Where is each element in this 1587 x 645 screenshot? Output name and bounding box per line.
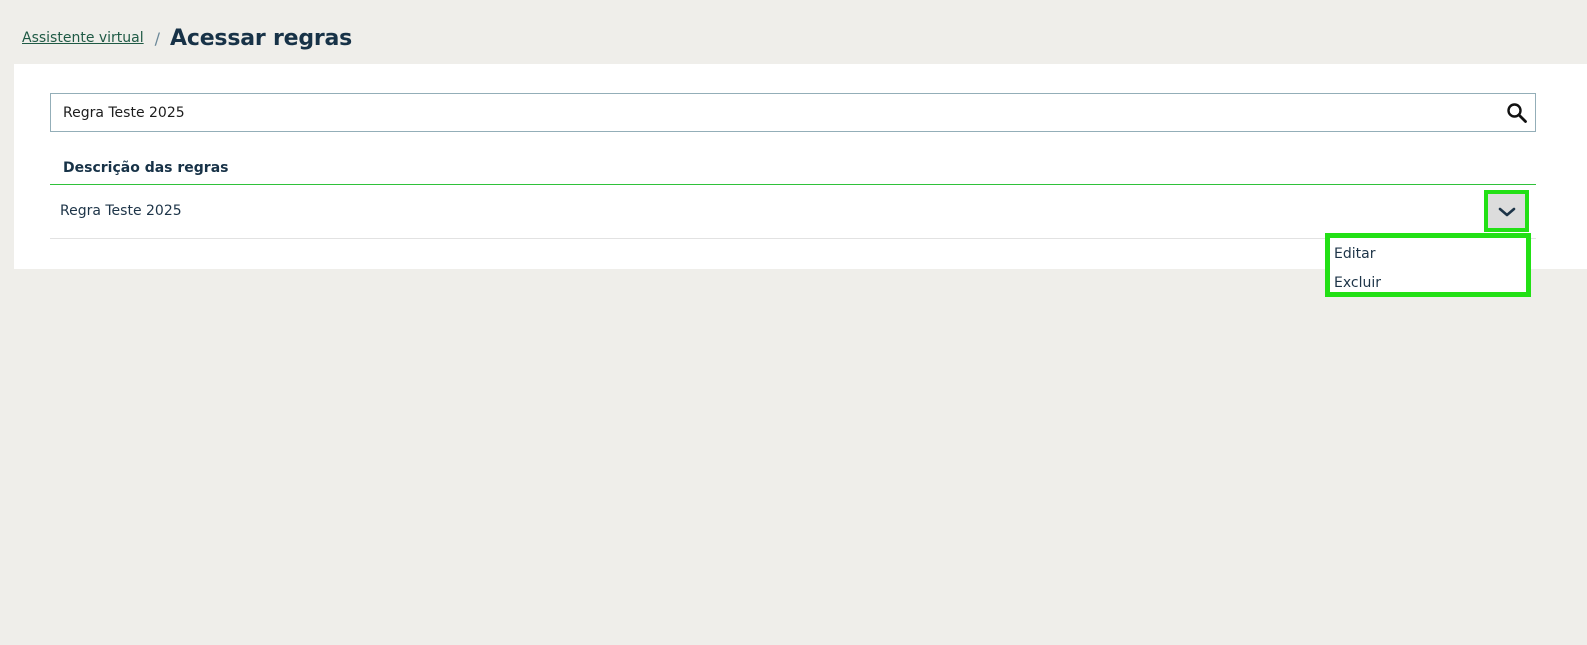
table-row: Regra Teste 2025	[50, 186, 1536, 239]
page-title: Acessar regras	[170, 25, 353, 51]
table-header: Descrição das regras	[50, 152, 1536, 185]
menu-item-excluir[interactable]: Excluir	[1334, 275, 1381, 291]
column-header-descricao: Descrição das regras	[63, 160, 229, 176]
chevron-down-icon	[1498, 207, 1516, 217]
menu-item-editar[interactable]: Editar	[1334, 246, 1375, 262]
search-icon[interactable]	[1505, 101, 1529, 125]
row-actions-toggle-button[interactable]	[1484, 190, 1529, 232]
breadcrumb-separator: /	[154, 28, 161, 48]
breadcrumb: Assistente virtual / Acessar regras	[22, 20, 352, 56]
rule-name: Regra Teste 2025	[60, 203, 182, 219]
breadcrumb-link-assistente-virtual[interactable]: Assistente virtual	[22, 30, 144, 46]
search-box	[50, 93, 1536, 132]
row-actions-menu: Editar Excluir	[1325, 233, 1531, 297]
search-input[interactable]	[51, 94, 1491, 131]
